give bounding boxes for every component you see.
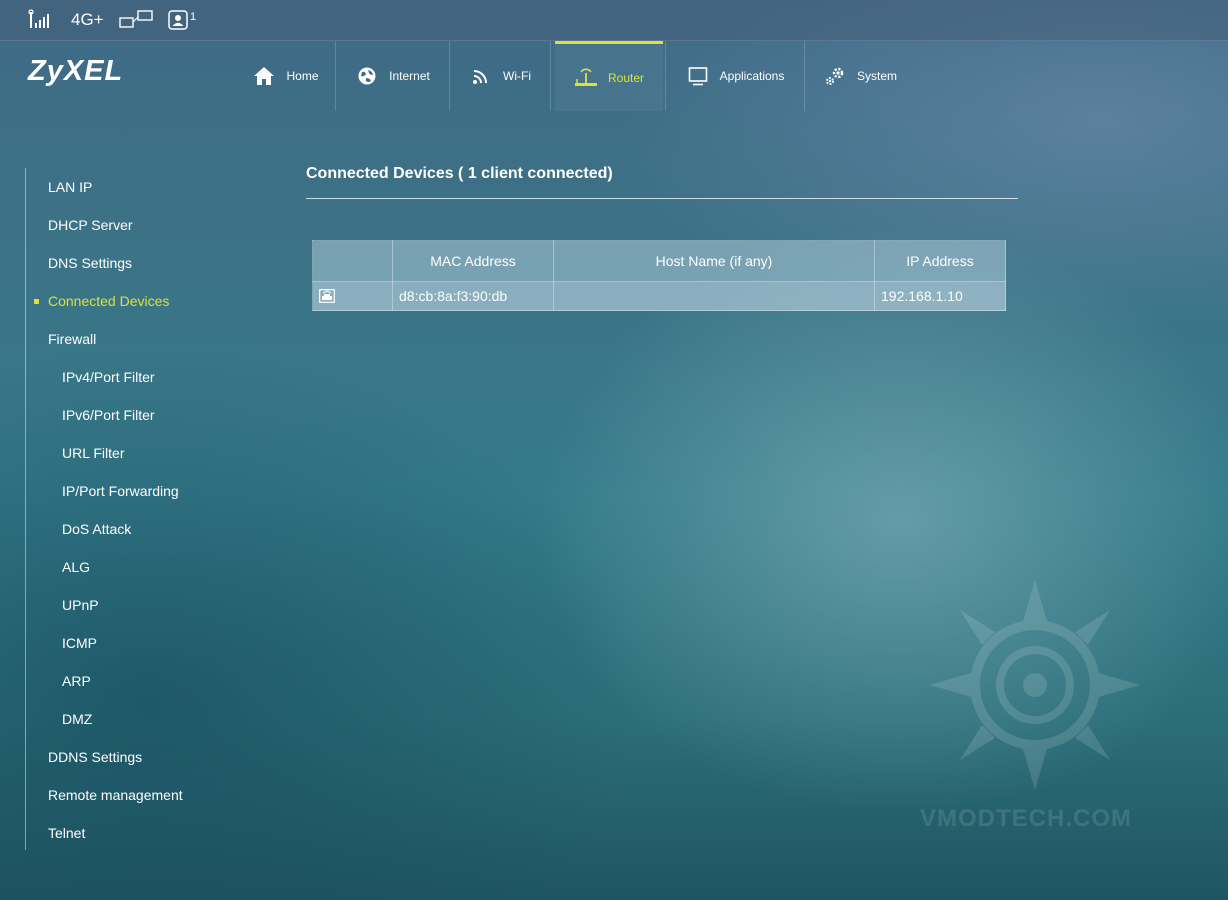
tab-divider <box>550 41 551 111</box>
sidebar-item-icmp[interactable]: ICMP <box>62 633 97 653</box>
tab-system-label: System <box>856 69 897 83</box>
table-row: d8:cb:8a:f3:90:db 192.168.1.10 <box>312 281 1006 311</box>
tab-home[interactable]: Home <box>236 41 335 111</box>
lan-status-icon <box>119 0 155 40</box>
gear-icon <box>823 64 847 88</box>
tab-internet[interactable]: Internet <box>336 41 449 111</box>
sidebar-item-url-filter[interactable]: URL Filter <box>62 443 125 463</box>
sidebar-item-telnet[interactable]: Telnet <box>48 823 85 843</box>
router-sidebar: LAN IP DHCP Server DNS Settings Connecte… <box>25 168 246 850</box>
tab-applications-label: Applications <box>719 69 785 83</box>
main-navbar: ZyXEL Home Internet Wi-Fi Router Applica… <box>0 41 1228 111</box>
tab-system[interactable]: System <box>805 41 915 111</box>
sidebar-item-firewall[interactable]: Firewall <box>48 329 96 349</box>
column-header-icon <box>312 240 393 282</box>
sidebar-item-dmz[interactable]: DMZ <box>62 709 92 729</box>
network-type: 4G+ <box>71 10 104 29</box>
tab-home-label: Home <box>286 69 319 83</box>
sidebar-item-upnp[interactable]: UPnP <box>62 595 99 615</box>
sidebar-item-remote-management[interactable]: Remote management <box>48 785 183 805</box>
sidebar-item-alg[interactable]: ALG <box>62 557 90 577</box>
sidebar-item-ipv4-port-filter[interactable]: IPv4/Port Filter <box>62 367 155 387</box>
device-host-name <box>553 281 875 311</box>
globe-icon <box>355 64 379 88</box>
sidebar-item-dos-attack[interactable]: DoS Attack <box>62 519 131 539</box>
sidebar-item-ip-port-forwarding[interactable]: IP/Port Forwarding <box>62 481 179 501</box>
sidebar-item-ipv6-port-filter[interactable]: IPv6/Port Filter <box>62 405 155 425</box>
zyxel-logo: ZyXEL <box>28 55 124 87</box>
ethernet-device-icon <box>319 289 335 303</box>
tab-internet-label: Internet <box>389 69 430 83</box>
column-header-ip-address: IP Address <box>874 240 1006 282</box>
page-title: Connected Devices ( 1 client connected) <box>306 165 613 182</box>
sidebar-item-arp[interactable]: ARP <box>62 671 91 691</box>
tab-wifi-label: Wi-Fi <box>503 69 531 83</box>
sidebar-item-lan-ip[interactable]: LAN IP <box>48 177 92 197</box>
status-bar: 4G+ 1 <box>0 0 1228 41</box>
title-divider <box>306 198 1018 199</box>
router-icon <box>574 66 598 90</box>
sidebar-item-dhcp-server[interactable]: DHCP Server <box>48 215 133 235</box>
sidebar-item-ddns-settings[interactable]: DDNS Settings <box>48 747 142 767</box>
watermark-text: VMODTECH.COM <box>920 805 1132 832</box>
device-icon-cell <box>312 281 393 311</box>
connected-devices-table: MAC Address Host Name (if any) IP Addres… <box>312 240 1006 311</box>
tab-router[interactable]: Router <box>555 41 663 111</box>
home-icon <box>252 64 276 88</box>
table-header-row: MAC Address Host Name (if any) IP Addres… <box>312 240 1006 282</box>
column-header-host-name: Host Name (if any) <box>553 240 875 282</box>
connected-users[interactable]: 1 <box>168 0 196 40</box>
device-ip-address: 192.168.1.10 <box>874 281 1006 311</box>
tab-wifi[interactable]: Wi-Fi <box>450 41 550 111</box>
tab-router-label: Router <box>607 70 645 85</box>
signal-strength-icon <box>28 0 50 40</box>
monitor-icon <box>686 64 710 88</box>
wifi-icon <box>469 64 493 88</box>
user-count: 1 <box>190 11 197 23</box>
sidebar-item-connected-devices[interactable]: Connected Devices <box>33 291 169 311</box>
tab-applications[interactable]: Applications <box>666 41 804 111</box>
device-mac-address: d8:cb:8a:f3:90:db <box>392 281 554 311</box>
column-header-mac-address: MAC Address <box>392 240 554 282</box>
user-icon <box>168 10 188 30</box>
watermark-emblem <box>930 580 1140 790</box>
sidebar-item-dns-settings[interactable]: DNS Settings <box>48 253 132 273</box>
